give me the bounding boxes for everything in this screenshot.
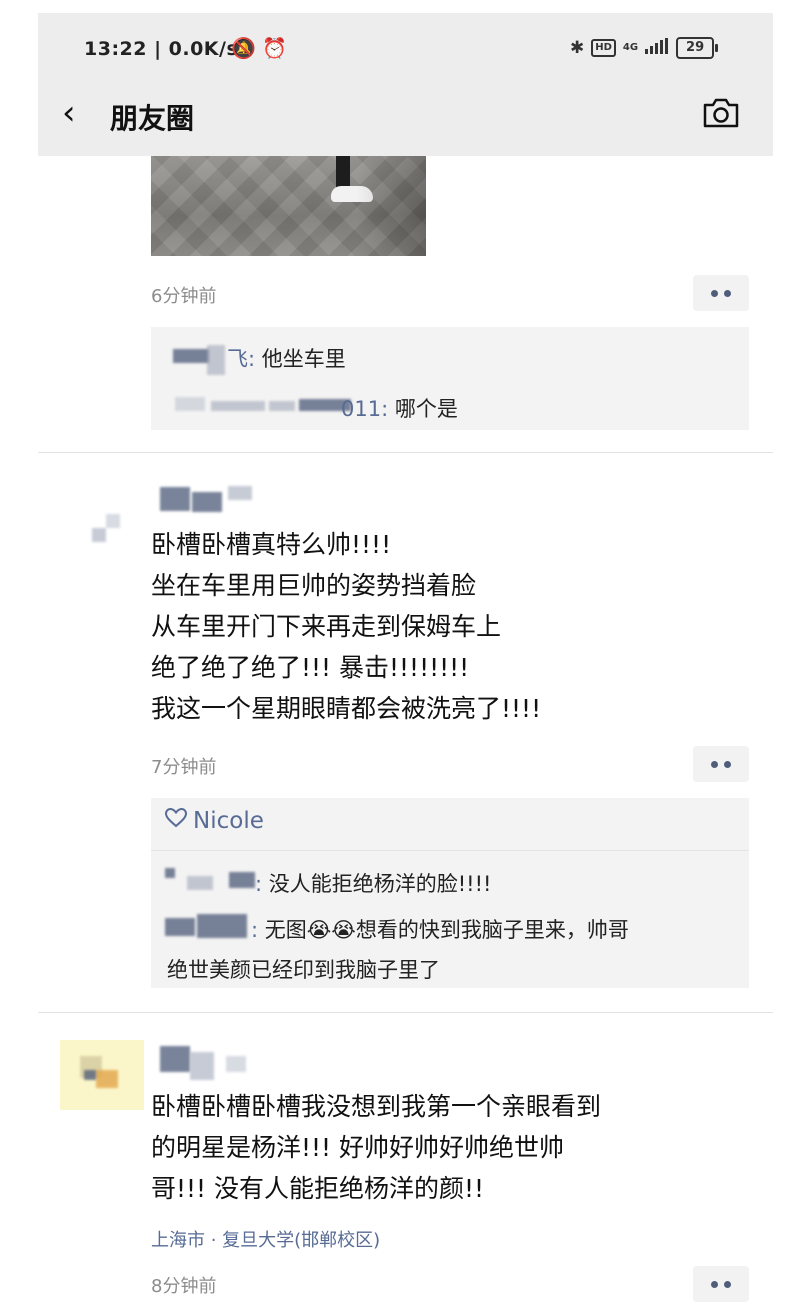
post-time: 8分钟前 bbox=[151, 1276, 217, 1297]
likes-row[interactable]: Nicole bbox=[164, 807, 264, 834]
divider bbox=[38, 1012, 773, 1013]
blurred-name bbox=[211, 401, 265, 411]
avatar[interactable] bbox=[60, 1040, 144, 1110]
comment-text: 没人能拒绝杨洋的脸!!!! bbox=[268, 872, 492, 896]
divider bbox=[38, 452, 773, 453]
avatar-pixel bbox=[84, 1070, 96, 1080]
comment-box: 飞: 他坐车里 011: 哪个是 bbox=[151, 327, 749, 430]
heart-icon bbox=[164, 807, 188, 834]
blurred-name bbox=[173, 349, 209, 363]
blurred-name bbox=[229, 872, 255, 888]
status-time: 13:22 | 0.0K/s bbox=[84, 38, 239, 60]
likes-divider bbox=[151, 850, 749, 851]
post-line: 绝了绝了绝了!!! 暴击!!!!!!!! bbox=[151, 653, 470, 682]
comment-line: 绝世美颜已经印到我脑子里了 bbox=[167, 958, 440, 982]
post-line: 我这一个星期眼睛都会被洗亮了!!!! bbox=[151, 694, 542, 723]
post-time: 7分钟前 bbox=[151, 757, 217, 778]
post-line: 哥!!! 没有人能拒绝杨洋的颜!! bbox=[151, 1174, 485, 1203]
post-line: 卧槽卧槽真特么帅!!!! bbox=[151, 530, 392, 559]
comment-author-suffix[interactable]: : bbox=[251, 918, 258, 942]
blurred-username[interactable] bbox=[226, 1056, 246, 1072]
mute-bell-icon: 🔕 bbox=[231, 36, 256, 60]
avatar-pixel bbox=[96, 1070, 118, 1088]
comment-text: 想看的快到我脑子里来，帅哥 bbox=[355, 918, 629, 942]
blurred-name bbox=[207, 345, 225, 375]
blurred-username[interactable] bbox=[192, 492, 222, 512]
blurred-name bbox=[175, 397, 205, 411]
page-title: 朋友圈 bbox=[110, 102, 195, 135]
battery-icon: 29 bbox=[676, 37, 719, 59]
avatar-pixel bbox=[92, 528, 106, 542]
top-bar: 13:22 | 0.0K/s 🔕 ⏰ ✱ HD 4G 29 ‹ 朋友圈 bbox=[38, 13, 773, 156]
comment-author-suffix[interactable]: 011: bbox=[341, 397, 388, 421]
alarm-icon: ⏰ bbox=[262, 36, 288, 60]
bluetooth-icon: ✱ bbox=[570, 38, 585, 58]
post-photo[interactable] bbox=[151, 156, 426, 256]
blurred-name bbox=[165, 868, 175, 878]
comment-author-suffix[interactable]: : bbox=[255, 872, 262, 896]
avatar[interactable] bbox=[86, 512, 130, 556]
blurred-username[interactable] bbox=[160, 487, 190, 511]
post-line: 坐在车里用巨帅的姿势挡着脸 bbox=[151, 571, 477, 600]
status-bar: 13:22 | 0.0K/s 🔕 ⏰ ✱ HD 4G 29 bbox=[38, 35, 773, 69]
comment-text: 他坐车里 bbox=[261, 347, 346, 371]
status-right-icons: ✱ HD 4G 29 bbox=[570, 37, 719, 59]
more-options-button[interactable] bbox=[693, 746, 749, 782]
blurred-name bbox=[165, 918, 195, 936]
comment-line[interactable]: : 没人能拒绝杨洋的脸!!!! bbox=[255, 868, 491, 898]
comment-text: 无图 bbox=[264, 918, 307, 942]
comment-author-suffix[interactable]: 飞: bbox=[227, 347, 255, 371]
post-line: 的明星是杨洋!!! 好帅好帅好帅绝世帅 bbox=[151, 1133, 565, 1162]
status-left-icons: 🔕 ⏰ bbox=[231, 36, 287, 60]
comment-line[interactable]: 011: 哪个是 bbox=[341, 393, 458, 423]
comment-line[interactable]: 飞: 他坐车里 bbox=[227, 343, 346, 373]
photo-leg bbox=[336, 156, 350, 190]
blurred-name bbox=[197, 914, 247, 938]
post-body: 卧槽卧槽卧槽我没想到我第一个亲眼看到 的明星是杨洋!!! 好帅好帅好帅绝世帅 哥… bbox=[151, 1086, 601, 1209]
comment-box: Nicole : 没人能拒绝杨洋的脸!!!! : 无图😭😭想看的快到我脑子里来，… bbox=[151, 798, 749, 988]
nav-bar: ‹ 朋友圈 bbox=[38, 87, 773, 147]
signal-icon bbox=[645, 37, 669, 59]
blurred-name bbox=[187, 876, 213, 890]
blurred-username[interactable] bbox=[190, 1052, 214, 1080]
liker-name[interactable]: Nicole bbox=[193, 808, 264, 834]
photo-shade bbox=[356, 156, 426, 256]
post-body: 卧槽卧槽真特么帅!!!! 坐在车里用巨帅的姿势挡着脸 从车里开门下来再走到保姆车… bbox=[151, 524, 541, 729]
post-time: 6分钟前 bbox=[151, 286, 217, 307]
avatar-pixel bbox=[106, 514, 120, 528]
comment-line[interactable]: : 无图😭😭想看的快到我脑子里来，帅哥 bbox=[251, 914, 629, 944]
crying-emoji-icon: 😭😭 bbox=[306, 918, 356, 942]
post-line: 卧槽卧槽卧槽我没想到我第一个亲眼看到 bbox=[151, 1092, 602, 1121]
more-options-button[interactable] bbox=[693, 1266, 749, 1302]
camera-icon[interactable] bbox=[701, 97, 741, 133]
post-line: 从车里开门下来再走到保姆车上 bbox=[151, 612, 502, 641]
blurred-username[interactable] bbox=[228, 486, 252, 500]
network-label: 4G bbox=[622, 42, 639, 53]
blurred-name bbox=[269, 401, 295, 411]
more-options-button[interactable] bbox=[693, 275, 749, 311]
hd-icon: HD bbox=[591, 39, 616, 57]
blurred-username[interactable] bbox=[160, 1046, 190, 1072]
comment-text: 哪个是 bbox=[394, 397, 458, 421]
back-arrow-icon[interactable]: ‹ bbox=[62, 93, 76, 133]
post-location[interactable]: 上海市 · 复旦大学(邯郸校区) bbox=[151, 1226, 380, 1252]
